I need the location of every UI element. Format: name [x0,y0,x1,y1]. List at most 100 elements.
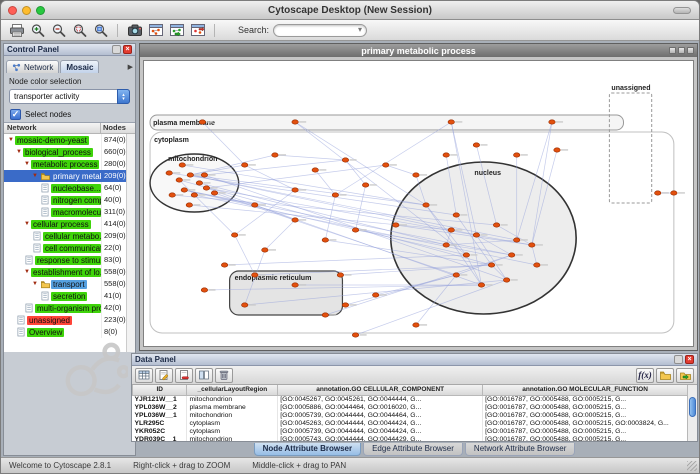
titlebar-pill-button[interactable] [673,7,691,14]
network-node[interactable] [252,273,258,277]
network-node[interactable] [312,168,318,172]
table-row[interactable]: YKR052Ccytoplasm[GO:0005739, GO:0044444,… [133,427,688,435]
column-header[interactable]: ID [133,385,187,395]
table-row[interactable]: YLR295Ccytoplasm[GO:0045263, GO:0044444,… [133,419,688,427]
network-node[interactable] [186,203,192,207]
network-edge[interactable] [235,190,295,235]
tree-item[interactable]: cell communicat...22(0) [4,242,135,254]
network-node[interactable] [201,173,207,177]
tree-expand-arrow-icon[interactable]: ▼ [23,161,31,167]
network-edge[interactable] [235,235,255,275]
zoom-fit-button[interactable] [91,22,110,39]
network-edge[interactable] [265,220,295,250]
tree-header-nodes[interactable]: Nodes [101,123,135,133]
network-node[interactable] [187,173,193,177]
tree-scrollbar[interactable] [126,134,135,352]
network-node[interactable] [292,120,298,124]
tree-item[interactable]: unassigned223(0) [4,314,135,326]
tree-item[interactable]: macromolecule...311(0) [4,206,135,218]
network-node[interactable] [169,193,175,197]
data-panel-header[interactable]: Data Panel × [132,354,697,366]
close-panel-icon[interactable]: × [685,355,694,364]
network-node[interactable] [292,188,298,192]
close-window-button[interactable] [8,6,17,15]
network-node[interactable] [655,191,661,195]
tree-item[interactable]: cellular metabo...209(0) [4,230,135,242]
import-table-button[interactable] [676,368,694,383]
column-header[interactable]: annotation.GO MOLECULAR_FUNCTION [483,385,688,395]
tree-item[interactable]: ▼primary metabo...209(0) [4,170,135,182]
tab-node-attribute-browser[interactable]: Node Attribute Browser [254,443,362,456]
table-scrollbar[interactable] [687,385,697,441]
tree-item[interactable]: secretion41(0) [4,290,135,302]
window-titlebar[interactable]: Cytoscape Desktop (New Session) [1,1,699,20]
network-node[interactable] [534,263,540,267]
network-node[interactable] [513,153,519,157]
tab-network[interactable]: Network [6,60,59,73]
print-button[interactable] [7,22,26,39]
tree-item[interactable]: ▼cellular process414(0) [4,218,135,230]
tab-network-attribute-browser[interactable]: Network Attribute Browser [465,443,575,456]
network-node[interactable] [332,193,338,197]
tree-header-network[interactable]: Network [4,123,101,133]
tree-expand-arrow-icon[interactable]: ▼ [23,269,31,275]
select-nodes-checkbox[interactable] [10,109,21,120]
network-node[interactable] [448,228,454,232]
network-node[interactable] [221,263,227,267]
network-node[interactable] [473,233,479,237]
network-node[interactable] [463,253,469,257]
zoom-window-button[interactable] [36,6,45,15]
float-panel-icon[interactable] [112,45,121,54]
frame-maximize-icon[interactable] [678,47,685,54]
network-node[interactable] [362,183,368,187]
tree-expand-arrow-icon[interactable]: ▼ [31,173,39,179]
table-row[interactable]: YPL036W__1mitochondrion[GO:0005739, GO:0… [133,411,688,419]
select-attributes-button[interactable] [135,368,153,383]
network-node[interactable] [413,323,419,327]
column-header[interactable]: annotation.GO CELLULAR_COMPONENT [278,385,483,395]
network-node[interactable] [513,238,519,242]
network-node[interactable] [383,163,389,167]
network-node[interactable] [252,203,258,207]
network-node[interactable] [203,186,209,190]
tree-expand-arrow-icon[interactable]: ▼ [23,221,31,227]
snapshot-button[interactable] [125,22,144,39]
network-node[interactable] [448,120,454,124]
delete-attribute-button[interactable] [175,368,193,383]
tree-item[interactable]: response to stimu...83(0) [4,254,135,266]
import-network-button[interactable] [167,22,186,39]
minimize-window-button[interactable] [22,6,31,15]
network-node[interactable] [372,293,378,297]
network-node[interactable] [322,313,328,317]
tree-item[interactable]: ▼establishment of lo...558(0) [4,266,135,278]
network-window-button[interactable] [146,22,165,39]
new-attribute-button[interactable] [155,368,173,383]
network-node[interactable] [242,303,248,307]
network-node[interactable] [423,203,429,207]
resize-grip[interactable] [687,461,697,471]
network-view-titlebar[interactable]: primary metabolic process [140,44,697,57]
network-node[interactable] [191,193,197,197]
open-folder-button[interactable] [656,368,674,383]
network-canvas[interactable]: plasma membranecytoplasmmitochondrionnuc… [143,60,694,347]
network-node[interactable] [503,278,509,282]
column-header[interactable]: _cellularLayoutRegion [187,385,278,395]
network-overview-button[interactable] [188,22,207,39]
network-node[interactable] [393,223,399,227]
tab-edge-attribute-browser[interactable]: Edge Attribute Browser [363,443,463,456]
network-node[interactable] [196,181,202,185]
select-all-attributes-button[interactable] [195,368,213,383]
zoom-out-button[interactable] [49,22,68,39]
network-node[interactable] [529,243,535,247]
network-edge[interactable] [386,165,416,175]
tab-mosaic[interactable]: Mosaic [60,60,99,73]
search-input[interactable] [273,24,367,37]
table-scrollbar-thumb[interactable] [689,397,696,417]
network-node[interactable] [181,188,187,192]
network-node[interactable] [473,143,479,147]
network-node[interactable] [272,153,278,157]
network-node[interactable] [478,283,484,287]
table-row[interactable]: YJR121W__1mitochondrion[GO:0045267, GO:0… [133,395,688,403]
zoom-selected-region-button[interactable] [70,22,89,39]
table-row[interactable]: YDR039C__1mitochondrion[GO:0005743, GO:0… [133,435,688,441]
